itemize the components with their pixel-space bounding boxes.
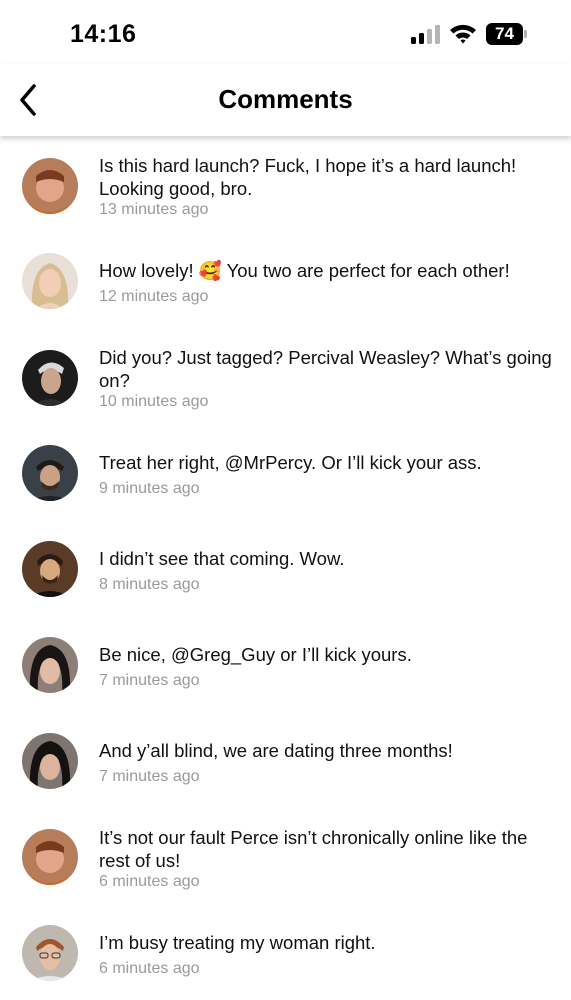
avatar[interactable]	[22, 829, 78, 885]
avatar[interactable]	[22, 158, 78, 214]
avatar[interactable]	[22, 350, 78, 406]
comment-time: 13 minutes ago	[99, 201, 209, 218]
page-title: Comments	[218, 84, 353, 114]
cellular-signal-icon	[411, 25, 440, 44]
comment-text: How lovely! 🥰 You two are perfect for ea…	[99, 260, 510, 281]
comment-text: Be nice, @Greg_Guy or I’ll kick yours.	[99, 644, 412, 665]
comment-time: 12 minutes ago	[99, 288, 209, 305]
battery-level: 74	[495, 24, 514, 43]
comment-text: Did you? Just tagged? Percival Weasley? …	[99, 347, 552, 391]
comment-time: 6 minutes ago	[99, 960, 200, 977]
comment-time: 8 minutes ago	[99, 576, 200, 593]
comment-text: I didn’t see that coming. Wow.	[99, 548, 345, 569]
avatar[interactable]	[22, 733, 78, 789]
avatar[interactable]	[22, 541, 78, 597]
comment-text: I’m busy treating my woman right.	[99, 932, 376, 953]
status-time: 14:16	[70, 20, 137, 48]
comment-text: Is this hard launch? Fuck, I hope it’s a…	[99, 155, 517, 199]
comment-time: 7 minutes ago	[99, 672, 200, 689]
avatar[interactable]	[22, 637, 78, 693]
avatar[interactable]	[22, 445, 78, 501]
comment-text: It’s not our fault Perce isn’t chronical…	[99, 827, 528, 871]
battery-icon: 74	[486, 23, 528, 45]
comment-text: And y’all blind, we are dating three mon…	[99, 740, 453, 761]
comment-text: Treat her right, @MrPercy. Or I’ll kick …	[99, 452, 482, 473]
comments-header: Comments	[0, 64, 571, 136]
comment-time: 10 minutes ago	[99, 393, 209, 410]
comment-time: 6 minutes ago	[99, 873, 200, 890]
comment-time: 9 minutes ago	[99, 480, 200, 497]
wifi-icon	[450, 24, 476, 44]
avatar[interactable]	[22, 253, 78, 309]
status-bar: 14:16 74	[0, 0, 571, 64]
avatar[interactable]	[22, 925, 78, 981]
comment-time: 7 minutes ago	[99, 768, 200, 785]
